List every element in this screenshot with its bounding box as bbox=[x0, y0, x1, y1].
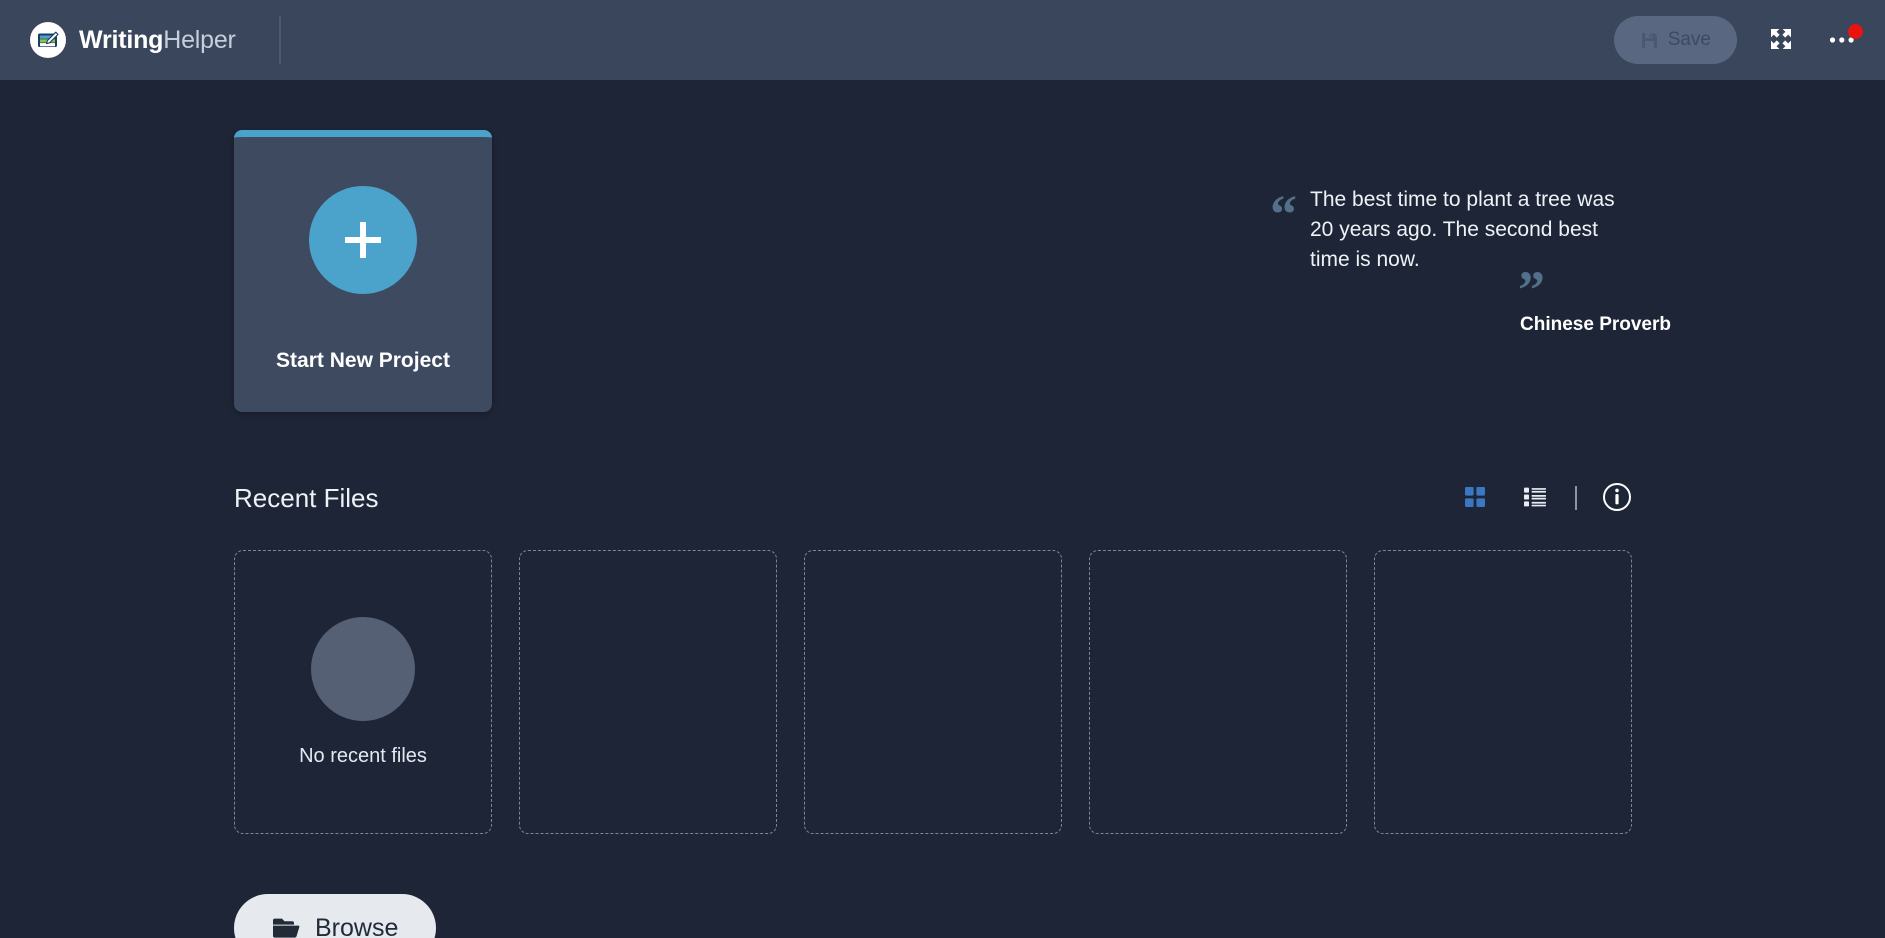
recent-files-header: Recent Files bbox=[234, 478, 1637, 518]
save-button[interactable]: Save bbox=[1613, 16, 1737, 64]
grid-view-button[interactable] bbox=[1455, 478, 1495, 518]
brand-title-secondary: Helper bbox=[163, 25, 236, 54]
quote-open-mark: “ bbox=[1270, 184, 1297, 244]
recent-file-slot[interactable]: No recent files bbox=[234, 550, 492, 834]
header-actions: Save bbox=[1613, 16, 1863, 64]
app-header: WritingHelper Save bbox=[0, 0, 1885, 80]
document-pencil-logo-icon bbox=[30, 22, 66, 58]
recent-files-title: Recent Files bbox=[234, 482, 379, 513]
start-new-project-label: Start New Project bbox=[276, 349, 450, 372]
list-view-button[interactable] bbox=[1515, 478, 1555, 518]
recent-file-slot[interactable] bbox=[1374, 550, 1632, 834]
start-new-project-card[interactable]: Start New Project bbox=[234, 130, 492, 412]
more-options-button[interactable] bbox=[1825, 23, 1863, 52]
top-row: Start New Project “ The best time to pla… bbox=[234, 130, 1885, 412]
recent-file-slot[interactable] bbox=[519, 550, 777, 834]
file-placeholder-avatar bbox=[311, 616, 415, 721]
folder-open-icon bbox=[272, 917, 300, 938]
list-view-icon bbox=[1524, 487, 1546, 510]
info-circle-icon bbox=[1602, 482, 1632, 515]
view-controls bbox=[1455, 478, 1637, 518]
grid-view-icon bbox=[1465, 486, 1485, 510]
browse-button[interactable]: Browse bbox=[234, 894, 437, 938]
save-button-label: Save bbox=[1667, 29, 1711, 50]
brand-title-primary: Writing bbox=[79, 25, 164, 54]
brand-title: WritingHelper bbox=[79, 26, 236, 55]
brand[interactable]: WritingHelper bbox=[30, 22, 236, 58]
view-controls-divider bbox=[1575, 486, 1577, 510]
fullscreen-button[interactable] bbox=[1765, 23, 1797, 58]
plus-icon bbox=[309, 186, 417, 294]
quote-author: Chinese Proverb bbox=[1520, 314, 1671, 336]
quote-text: The best time to plant a tree was 20 yea… bbox=[1310, 188, 1615, 271]
info-button[interactable] bbox=[1597, 478, 1637, 518]
browse-button-label: Browse bbox=[315, 913, 399, 938]
no-recent-files-label: No recent files bbox=[299, 744, 427, 767]
main-content: Start New Project “ The best time to pla… bbox=[0, 80, 1885, 938]
notification-dot bbox=[1848, 23, 1863, 39]
floppy-disk-icon bbox=[1640, 31, 1659, 50]
quote-close-mark: ” bbox=[1518, 260, 1545, 320]
header-divider bbox=[278, 16, 281, 64]
recent-files-grid: No recent files bbox=[234, 550, 1885, 834]
expand-arrows-icon bbox=[1769, 27, 1793, 54]
recent-file-slot[interactable] bbox=[1089, 550, 1347, 834]
recent-file-slot[interactable] bbox=[804, 550, 1062, 834]
quote-block: “ The best time to plant a tree was 20 y… bbox=[1270, 185, 1690, 336]
